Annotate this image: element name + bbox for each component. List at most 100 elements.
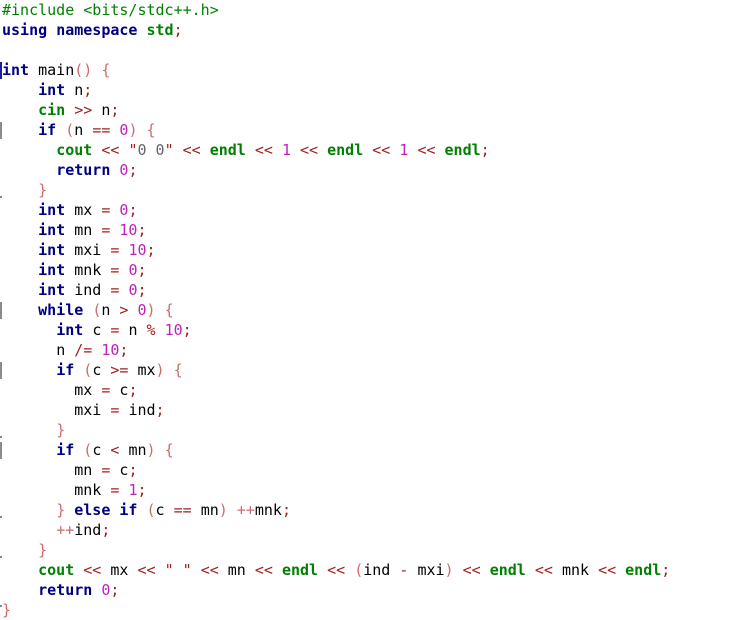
keyword: int — [38, 81, 66, 99]
preprocessor-directive: #include <bits/stdc++.h> — [2, 1, 219, 19]
operator: < — [110, 441, 120, 459]
operator: ; — [137, 221, 147, 239]
string-literal — [174, 561, 183, 579]
identifier: n — [101, 301, 111, 319]
library-symbol: endl — [327, 141, 364, 159]
code-line[interactable]: mn = c; — [0, 460, 746, 480]
operator: = — [101, 381, 111, 399]
number-literal: 10 — [164, 321, 183, 339]
identifier: ind — [74, 281, 102, 299]
identifier: mn — [200, 501, 219, 519]
identifier: n — [128, 321, 138, 339]
bracket: } — [38, 181, 48, 199]
code-line[interactable]: int main() { — [0, 60, 746, 80]
operator: ; — [83, 81, 93, 99]
code-line[interactable]: if (c < mn) { — [0, 440, 746, 460]
operator: << — [254, 141, 273, 159]
code-line[interactable]: int mn = 10; — [0, 220, 746, 240]
code-line[interactable]: ++ind; — [0, 520, 746, 540]
code-line[interactable]: int mx = 0; — [0, 200, 746, 220]
code-line[interactable]: int c = n % 10; — [0, 320, 746, 340]
code-line[interactable]: n /= 10; — [0, 340, 746, 360]
identifier: mx — [137, 361, 156, 379]
bracket: ) — [83, 61, 93, 79]
bracket: ) — [128, 121, 138, 139]
code-line[interactable]: int n; — [0, 80, 746, 100]
code-line[interactable]: cin >> n; — [0, 100, 746, 120]
identifier: main — [38, 61, 75, 79]
bracket: ) — [146, 301, 156, 319]
identifier: c — [92, 321, 102, 339]
identifier: c — [92, 441, 102, 459]
keyword: else — [74, 501, 111, 519]
identifier: mn — [227, 561, 246, 579]
keyword: int — [56, 321, 84, 339]
identifier: ind — [363, 561, 391, 579]
operator: << — [182, 141, 201, 159]
operator: ; — [119, 341, 129, 359]
identifier: mn — [128, 441, 147, 459]
operator: ; — [281, 501, 291, 519]
code-line[interactable] — [0, 40, 746, 60]
keyword: if — [119, 501, 138, 519]
code-content[interactable]: #include <bits/stdc++.h> using namespace … — [0, 0, 746, 620]
code-line[interactable]: cout << mx << " " << mn << endl << (ind … — [0, 560, 746, 580]
code-line[interactable]: } — [0, 540, 746, 560]
number-literal: 10 — [128, 241, 147, 259]
bracket: ( — [354, 561, 364, 579]
code-line[interactable]: using namespace std; — [0, 20, 746, 40]
code-line[interactable]: if (c >= mx) { — [0, 360, 746, 380]
identifier: n — [74, 121, 84, 139]
bracket: ( — [83, 361, 93, 379]
identifier: mxi — [74, 401, 102, 419]
operator: << — [534, 561, 553, 579]
code-line[interactable]: while (n > 0) { — [0, 300, 746, 320]
identifier: c — [92, 361, 102, 379]
identifier: ind — [128, 401, 156, 419]
code-line[interactable]: return 0; — [0, 160, 746, 180]
bracket: { — [164, 301, 174, 319]
bracket: { — [164, 441, 174, 459]
library-symbol: cout — [56, 141, 93, 159]
operator: ; — [661, 561, 671, 579]
code-line[interactable]: return 0; — [0, 580, 746, 600]
identifier: n — [56, 341, 66, 359]
operator: << — [200, 561, 219, 579]
bracket: { — [173, 361, 183, 379]
code-line[interactable]: } else if (c == mn) ++mnk; — [0, 500, 746, 520]
identifier: mx — [74, 201, 93, 219]
operator: ; — [101, 521, 111, 539]
code-line[interactable]: #include <bits/stdc++.h> — [0, 0, 746, 20]
operator: << — [137, 561, 156, 579]
code-line[interactable]: if (n == 0) { — [0, 120, 746, 140]
bracket: } — [56, 421, 66, 439]
bracket: ( — [74, 61, 84, 79]
code-line[interactable]: int ind = 0; — [0, 280, 746, 300]
number-literal: 10 — [101, 341, 120, 359]
identifier: mn — [74, 461, 93, 479]
operator: = — [110, 261, 120, 279]
keyword: while — [38, 301, 84, 319]
bracket: ( — [83, 441, 93, 459]
code-line[interactable]: } — [0, 600, 746, 620]
keyword: int — [38, 221, 66, 239]
operator: ; — [182, 321, 192, 339]
code-line[interactable]: } — [0, 420, 746, 440]
code-line[interactable]: int mxi = 10; — [0, 240, 746, 260]
operator: ; — [480, 141, 490, 159]
code-line[interactable]: mx = c; — [0, 380, 746, 400]
code-line[interactable]: } — [0, 180, 746, 200]
operator: = — [110, 481, 120, 499]
code-editor[interactable]: #include <bits/stdc++.h> using namespace … — [0, 0, 746, 620]
code-line[interactable]: mxi = ind; — [0, 400, 746, 420]
operator: % — [146, 321, 156, 339]
operator: = — [110, 321, 120, 339]
code-line[interactable]: cout << "0 0" << endl << 1 << endl << 1 … — [0, 140, 746, 160]
code-line[interactable]: mnk = 1; — [0, 480, 746, 500]
keyword: namespace — [56, 21, 138, 39]
bracket: ( — [92, 301, 102, 319]
operator: - — [399, 561, 409, 579]
operator: == — [92, 121, 111, 139]
code-line[interactable]: int mnk = 0; — [0, 260, 746, 280]
library-symbol: endl — [281, 561, 319, 579]
